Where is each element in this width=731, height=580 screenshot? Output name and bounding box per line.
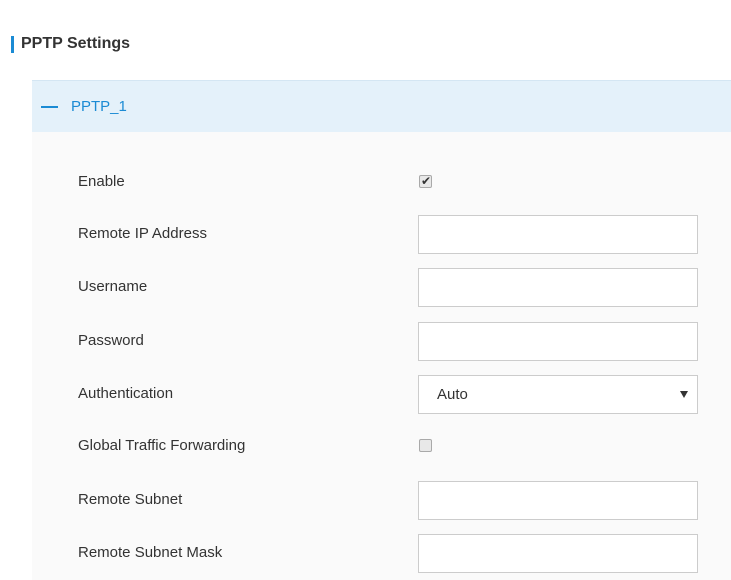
- row-username: Username: [32, 267, 731, 307]
- authentication-select[interactable]: Auto: [418, 375, 698, 414]
- username-label: Username: [78, 278, 148, 295]
- authentication-label: Authentication: [78, 385, 174, 402]
- row-remote-subnet-mask: Remote Subnet Mask: [32, 533, 731, 573]
- remote-ip-label: Remote IP Address: [78, 225, 207, 242]
- check-icon: ✔: [421, 174, 432, 188]
- remote-subnet-input[interactable]: [418, 481, 698, 520]
- section-title-text: PPTP Settings: [21, 35, 131, 52]
- chevron-down-icon: [680, 391, 688, 398]
- pptp-settings-page: PPTP Settings PPTP_1 Enable ✔ Remote IP …: [0, 0, 731, 580]
- global-traffic-forwarding-label: Global Traffic Forwarding: [78, 437, 246, 454]
- row-global-traffic-forwarding: Global Traffic Forwarding: [32, 426, 731, 466]
- row-authentication: Authentication Auto: [32, 374, 731, 414]
- remote-subnet-mask-label: Remote Subnet Mask: [78, 544, 223, 561]
- enable-label: Enable: [78, 173, 125, 190]
- section-accent-bar: [11, 35, 14, 53]
- row-enable: Enable ✔: [32, 162, 731, 202]
- password-label: Password: [78, 332, 144, 349]
- row-remote-ip: Remote IP Address: [32, 214, 731, 254]
- pptp-panel: PPTP_1 Enable ✔ Remote IP Address Userna…: [32, 80, 731, 580]
- section-title: PPTP Settings: [11, 33, 130, 55]
- row-remote-subnet: Remote Subnet: [32, 480, 731, 520]
- remote-subnet-mask-input[interactable]: [418, 534, 698, 573]
- panel-header-pptp-1[interactable]: PPTP_1: [32, 80, 731, 132]
- password-input[interactable]: [418, 322, 698, 361]
- remote-ip-input[interactable]: [418, 215, 698, 254]
- row-password: Password: [32, 321, 731, 361]
- remote-subnet-label: Remote Subnet: [78, 491, 183, 508]
- collapse-icon[interactable]: [41, 105, 58, 108]
- username-input[interactable]: [418, 268, 698, 307]
- panel-title: PPTP_1: [71, 98, 127, 115]
- authentication-selected-value: Auto: [437, 386, 468, 403]
- global-traffic-forwarding-checkbox[interactable]: [419, 439, 432, 452]
- enable-checkbox[interactable]: ✔: [419, 174, 432, 188]
